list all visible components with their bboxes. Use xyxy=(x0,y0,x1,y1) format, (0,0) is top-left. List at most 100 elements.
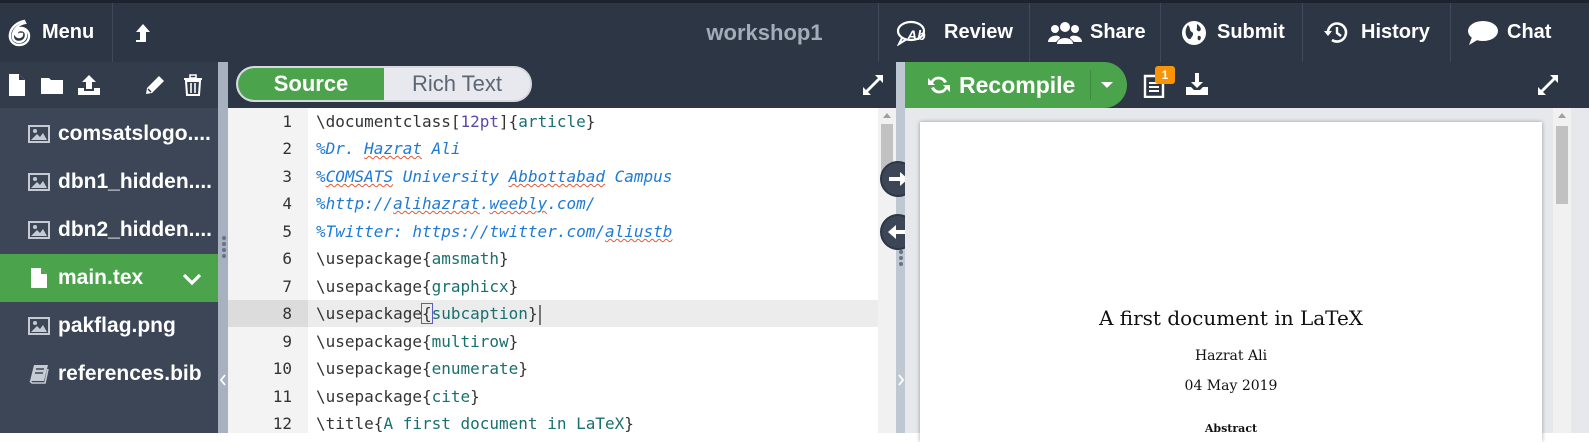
refresh-icon xyxy=(927,73,951,97)
download-pdf-button[interactable] xyxy=(1185,72,1209,96)
topbar-divider xyxy=(112,3,113,62)
upload-icon xyxy=(77,74,101,96)
code-line: \usepackage{amsmath} xyxy=(316,249,509,268)
upload-button[interactable] xyxy=(76,72,102,98)
pdf-page: A first document in LaTeX Hazrat Ali 04 … xyxy=(920,122,1542,442)
caret-down-icon[interactable] xyxy=(1101,82,1113,88)
history-button[interactable]: History xyxy=(1323,3,1430,62)
code-line: \title{A first document in LaTeX} xyxy=(316,414,634,433)
line-number: 7 xyxy=(282,277,292,296)
line-number: 6 xyxy=(282,249,292,268)
file-item-main-tex[interactable]: main.tex xyxy=(0,254,218,302)
chevron-down-icon[interactable] xyxy=(182,268,202,292)
line-number: 4 xyxy=(282,194,292,213)
file-name: dbn1_hidden.... xyxy=(58,170,213,193)
pdf-viewer[interactable]: A first document in LaTeX Hazrat Ali 04 … xyxy=(905,108,1589,442)
recompile-label: Recompile xyxy=(959,71,1076,98)
file-item-comsatslogo[interactable]: comsatslogo.... xyxy=(0,110,218,158)
menu-label: Menu xyxy=(42,21,95,43)
file-item-pakflag[interactable]: pakflag.png xyxy=(0,302,218,350)
code-line: %COMSATS University Abbottabad Campus xyxy=(316,167,673,186)
submit-button[interactable]: Submit xyxy=(1181,3,1285,62)
svg-text:Ab: Ab xyxy=(906,27,926,43)
code-line: %http://alihazrat.weebly.com/ xyxy=(316,194,596,213)
file-name: pakflag.png xyxy=(58,314,176,337)
file-icon xyxy=(28,267,50,289)
history-icon xyxy=(1323,20,1351,46)
line-number: 3 xyxy=(282,167,292,186)
pdf-scrollbar[interactable] xyxy=(1553,108,1571,433)
editor-scrollbar[interactable] xyxy=(878,108,896,433)
topbar-divider xyxy=(1302,3,1303,62)
scroll-up-icon[interactable] xyxy=(1558,113,1566,118)
expand-editor-icon[interactable] xyxy=(862,74,884,101)
top-bar: Menu workshop1 Ab Review Share Submit Hi… xyxy=(0,0,1589,62)
code-line: \usepackage{cite} xyxy=(316,387,480,406)
drag-handle[interactable] xyxy=(898,248,903,268)
topbar-divider xyxy=(1160,3,1161,62)
topbar-divider xyxy=(1450,3,1451,62)
rename-button[interactable] xyxy=(142,72,168,98)
new-file-icon xyxy=(7,73,27,97)
image-icon xyxy=(28,219,50,241)
new-file-button[interactable] xyxy=(4,72,30,98)
editor-mode-toggle: Source Rich Text xyxy=(236,66,532,102)
up-arrow-button[interactable] xyxy=(134,3,152,62)
file-item-dbn2-hidden[interactable]: dbn2_hidden.... xyxy=(0,206,218,254)
line-number-gutter: 1 2 3 4 5 6 7 8 9 10 11 12 xyxy=(228,108,308,433)
expand-pdf-icon[interactable] xyxy=(1537,74,1559,101)
file-name: dbn2_hidden.... xyxy=(58,218,213,241)
code-line: %Dr. Hazrat Ali xyxy=(316,139,461,158)
source-mode-button[interactable]: Source xyxy=(238,68,384,100)
menu-button[interactable]: Menu xyxy=(6,3,94,62)
code-line: \usepackage{subcaption} xyxy=(316,300,541,327)
delete-button[interactable] xyxy=(180,72,206,98)
abstract-heading: Abstract xyxy=(1204,422,1258,435)
document-title: A first document in LaTeX xyxy=(1098,306,1364,330)
new-folder-button[interactable] xyxy=(39,72,65,98)
code-line: \usepackage{multirow} xyxy=(316,332,519,351)
line-number: 10 xyxy=(272,359,292,378)
drag-handle[interactable] xyxy=(221,234,226,260)
users-icon xyxy=(1048,20,1082,46)
rich-text-mode-button[interactable]: Rich Text xyxy=(384,68,530,100)
log-count-badge: 1 xyxy=(1155,66,1175,84)
file-item-dbn1-hidden[interactable]: dbn1_hidden.... xyxy=(0,158,218,206)
collapse-left-icon[interactable] xyxy=(219,370,227,390)
file-item-references-bib[interactable]: references.bib xyxy=(0,350,218,398)
up-arrow-icon xyxy=(134,22,152,44)
image-icon xyxy=(28,315,50,337)
review-label: Review xyxy=(944,21,1013,43)
project-title: workshop1 xyxy=(706,19,823,45)
chat-label: Chat xyxy=(1507,21,1552,43)
line-number: 2 xyxy=(282,139,292,158)
share-label: Share xyxy=(1090,21,1146,43)
submit-label: Submit xyxy=(1217,21,1285,43)
scroll-up-icon[interactable] xyxy=(883,113,891,118)
code-line: %Twitter: https://twitter.com/aliustb xyxy=(316,222,673,241)
chat-icon xyxy=(1467,20,1499,46)
collapse-pdf-icon[interactable] xyxy=(896,370,905,390)
history-label: History xyxy=(1361,21,1430,43)
scrollbar-thumb[interactable] xyxy=(1556,126,1568,204)
line-number: 9 xyxy=(282,332,292,351)
download-icon xyxy=(1185,72,1209,96)
line-number: 1 xyxy=(282,112,292,131)
recompile-button[interactable]: Recompile xyxy=(905,62,1127,108)
folder-icon xyxy=(40,75,64,95)
globe-icon xyxy=(1181,20,1207,46)
recompile-divider xyxy=(1090,70,1091,100)
chat-button[interactable]: Chat xyxy=(1467,3,1551,62)
pdf-toolbar: Recompile 1 xyxy=(905,62,1589,108)
document-author: Hazrat Ali xyxy=(1194,348,1268,364)
code-editor[interactable]: \documentclass[12pt]{article} %Dr. Hazra… xyxy=(308,108,878,433)
left-pane-splitter[interactable] xyxy=(218,62,228,433)
file-name: references.bib xyxy=(58,362,202,385)
document-date: 04 May 2019 xyxy=(1184,378,1278,394)
file-name: comsatslogo.... xyxy=(58,122,211,145)
review-button[interactable]: Ab Review xyxy=(896,3,1013,62)
line-number: 11 xyxy=(272,387,292,406)
image-icon xyxy=(28,171,50,193)
editor-toolbar: Source Rich Text xyxy=(228,62,896,108)
share-button[interactable]: Share xyxy=(1048,3,1146,62)
